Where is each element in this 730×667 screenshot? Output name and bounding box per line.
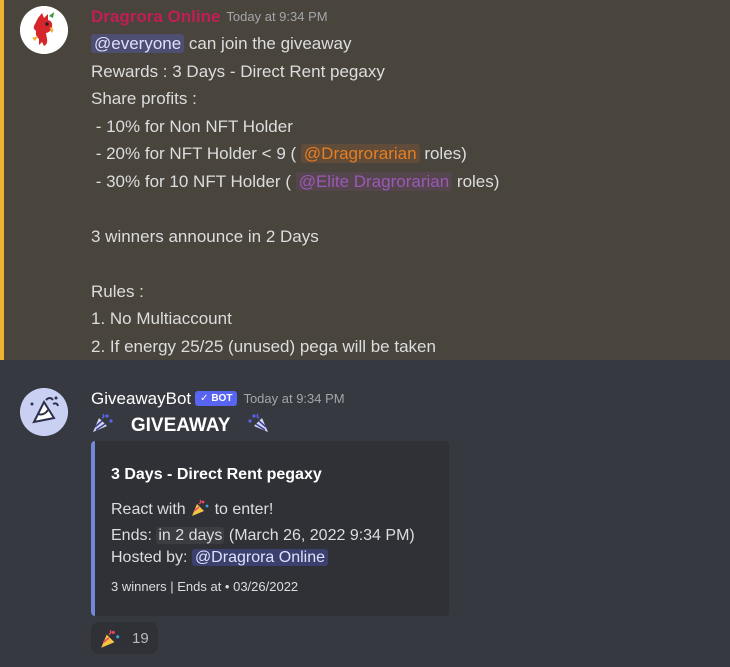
party-popper-icon [190,499,210,525]
message-text: can join the giveaway [184,34,352,53]
party-popper-icon [246,412,270,440]
message-header: GiveawayBot ✓ BOT Today at 9:34 PM [91,388,345,410]
dragon-avatar[interactable] [20,6,68,54]
role-mention-elite-dragrorarian[interactable]: @Elite Dragrorarian [295,171,453,191]
giveaway-bot-icon [20,388,68,436]
embed-title: 3 Days - Direct Rent pegaxy [111,466,322,483]
ends-date: (March 26, 2022 9:34 PM) [228,526,415,544]
message-text: - 10% for Non NFT Holder [91,116,293,136]
message-text: Rules : [91,281,144,301]
dragon-icon [20,6,68,54]
message-body: @everyone can join the giveaway Rewards … [91,30,711,360]
message-timestamp[interactable]: Today at 9:34 PM [226,9,327,24]
ends-label: Ends: [111,526,157,544]
message-header: Dragrora Online Today at 9:34 PM [91,6,328,28]
message-text: roles) [452,171,500,191]
message-text: Share profits : [91,89,197,108]
embed-description: React with to enter! Ends: in 2 days (Ma… [111,499,441,570]
giveaway-heading: GIVEAWAY [91,412,270,440]
party-popper-icon [91,412,115,440]
embed-text: React with [111,501,191,518]
mention-everyone[interactable]: @everyone [91,34,185,53]
message-text: 2. If energy 25/25 (unused) pega will be… [91,336,436,356]
reaction-button[interactable]: 19 [91,622,158,654]
hosted-label: Hosted by: [111,549,192,566]
message-timestamp[interactable]: Today at 9:34 PM [243,391,344,406]
message-text: - 20% for NFT Holder < 9 ( [91,144,301,163]
author-name[interactable]: GiveawayBot [91,389,191,408]
message-text: 1. No Multiaccount [91,309,232,328]
message-text: roles) [419,144,467,163]
message-text: Rewards : 3 Days - Direct Rent pegaxy [91,61,385,81]
author-name[interactable]: Dragrora Online [91,7,220,26]
bot-badge: ✓ BOT [195,391,238,406]
embed-text: to enter! [210,501,274,518]
host-mention[interactable]: @Dragrora Online [191,549,329,566]
message-text: - 30% for 10 NFT Holder ( [91,171,296,191]
giveaway-title: GIVEAWAY [130,415,231,436]
reaction-count: 19 [132,630,149,647]
party-popper-icon [99,629,121,654]
bot-avatar[interactable] [20,388,68,436]
role-mention-dragrorarian[interactable]: @Dragrorarian [300,144,420,163]
embed-footer: 3 winners | Ends at • 03/26/2022 [111,579,299,594]
ends-relative-time[interactable]: in 2 days [156,526,225,544]
message-text: 3 winners announce in 2 Days [91,226,319,246]
giveaway-embed: 3 Days - Direct Rent pegaxy React with t… [91,441,449,616]
